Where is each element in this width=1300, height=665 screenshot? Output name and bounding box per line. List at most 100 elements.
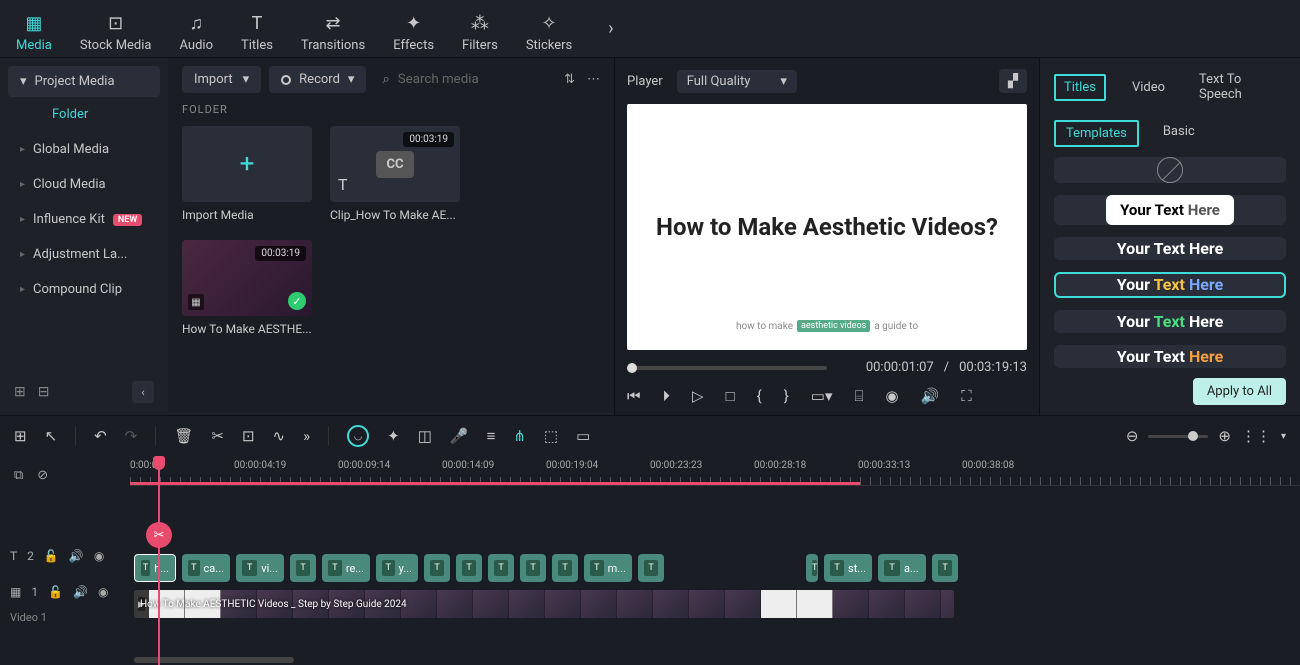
apply-all-button[interactable]: Apply to All xyxy=(1193,378,1286,405)
mic-icon[interactable]: 🎤 xyxy=(450,427,469,445)
zoom-in-icon[interactable]: ⊕ xyxy=(1218,427,1231,445)
playhead[interactable]: ✂ xyxy=(158,456,160,665)
nav-tab-media[interactable]: ▦Media xyxy=(16,4,52,53)
mute-icon[interactable]: 🔊 xyxy=(73,585,88,599)
zoom-slider[interactable] xyxy=(1148,435,1208,438)
video-clip[interactable]: ▸ How To Make AESTHETIC Videos _ Step by… xyxy=(134,590,954,618)
player-progress[interactable] xyxy=(627,366,827,370)
ai-icon[interactable]: ◡ xyxy=(347,425,369,447)
record-button[interactable]: Record▾ xyxy=(269,66,366,93)
title-clip[interactable]: T xyxy=(932,554,958,582)
shield-icon[interactable]: ◫ xyxy=(418,427,432,445)
dropdown-icon[interactable]: ▾ xyxy=(1281,431,1286,442)
title-clip[interactable]: T xyxy=(520,554,546,582)
mute-icon[interactable]: 🔊 xyxy=(69,549,84,563)
nav-tab-transitions[interactable]: ⇄Transitions xyxy=(301,4,365,53)
search-input[interactable] xyxy=(398,72,548,87)
snapshot-icon[interactable]: ▞ xyxy=(999,69,1027,93)
title-template[interactable] xyxy=(1054,157,1286,183)
title-template[interactable]: Your Text Here xyxy=(1054,272,1286,298)
right-tab-titles[interactable]: Titles xyxy=(1054,74,1106,101)
sidebar-compound-clip[interactable]: ▸Compound Clip xyxy=(8,272,160,307)
sidebar-global-media[interactable]: ▸Global Media xyxy=(8,132,160,167)
camera-icon[interactable]: ◉ xyxy=(886,387,899,405)
title-clip[interactable]: Ta... xyxy=(878,554,926,582)
step-back-icon[interactable]: ⏵ xyxy=(663,387,671,405)
nav-tab-titles[interactable]: TTitles xyxy=(241,4,273,53)
visibility-icon[interactable]: ◉ xyxy=(94,549,104,563)
prev-frame-icon[interactable]: ⏮ xyxy=(627,387,641,405)
delete-icon[interactable]: 🗑 xyxy=(174,427,193,445)
split-handle-icon[interactable]: ✂ xyxy=(146,522,172,548)
magnet-icon[interactable]: ⋔ xyxy=(513,427,526,445)
track-header-2[interactable]: ▦1 🔓 🔊 ◉ xyxy=(10,577,120,607)
mark-in-icon[interactable]: { xyxy=(757,387,762,405)
title-clip[interactable]: T xyxy=(456,554,482,582)
new-folder-icon[interactable]: ⊞ xyxy=(14,384,26,400)
title-template[interactable]: Your Text Here xyxy=(1054,310,1286,333)
volume-icon[interactable]: 🔊 xyxy=(921,387,940,405)
collapse-sidebar-icon[interactable]: ‹ xyxy=(132,381,154,403)
title-template[interactable]: Your Text Here xyxy=(1054,345,1286,368)
marker-icon[interactable]: ▭▾ xyxy=(811,387,833,405)
undo-icon[interactable]: ↶ xyxy=(94,427,107,445)
sidebar-adjustment-layer[interactable]: ▸Adjustment La... xyxy=(8,237,160,272)
layout-icon[interactable]: ⊞ xyxy=(14,427,27,445)
right-tab-video[interactable]: Video xyxy=(1124,76,1173,99)
nav-tab-audio[interactable]: ♫Audio xyxy=(180,4,213,53)
subtab-templates[interactable]: Templates xyxy=(1054,120,1139,147)
title-clip[interactable]: T xyxy=(638,554,664,582)
media-import-tile[interactable]: + Import Media xyxy=(182,126,312,222)
sidebar-folder[interactable]: Folder xyxy=(8,97,160,132)
lock-icon[interactable]: 🔓 xyxy=(44,549,59,563)
ratio-icon[interactable]: ⬚ xyxy=(544,427,558,445)
list-icon[interactable]: ≡ xyxy=(487,427,496,445)
link-folder-icon[interactable]: ⊟ xyxy=(38,384,50,400)
sidebar-cloud-media[interactable]: ▸Cloud Media xyxy=(8,167,160,202)
timeline-ruler[interactable]: 0:00:0000:00:04:1900:00:09:1400:00:14:09… xyxy=(130,456,1300,486)
duplicate-icon[interactable]: ⧉ xyxy=(14,468,23,483)
title-clip[interactable]: Tst... xyxy=(824,554,872,582)
filter-icon[interactable]: ⇅ xyxy=(564,72,575,87)
track-header-1[interactable]: T2 🔓 🔊 ◉ xyxy=(10,541,120,571)
media-item-cc[interactable]: 00:03:19CCT Clip_How To Make AE... xyxy=(330,126,460,222)
title-template[interactable]: Your Text Here xyxy=(1054,195,1286,225)
nav-tab-stickers[interactable]: ✧Stickers xyxy=(526,4,572,53)
nav-tab-effects[interactable]: ✦Effects xyxy=(393,4,434,53)
screen-icon[interactable]: ⌸ xyxy=(855,387,864,405)
title-clip[interactable]: T xyxy=(290,554,316,582)
nav-more-icon[interactable]: › xyxy=(608,18,613,39)
title-clip[interactable]: Tvi... xyxy=(236,554,284,582)
title-clip[interactable]: T xyxy=(806,554,818,582)
cursor-icon[interactable]: ↖ xyxy=(45,427,58,445)
title-clip[interactable]: Tca... xyxy=(182,554,230,582)
title-template[interactable]: Your Text Here xyxy=(1054,237,1286,260)
nav-tab-stock-media[interactable]: ⊡Stock Media xyxy=(80,4,152,53)
title-clip[interactable]: Tm... xyxy=(584,554,632,582)
title-clip[interactable]: T xyxy=(552,554,578,582)
player-viewport[interactable]: How to Make Aesthetic Videos? how to mak… xyxy=(627,104,1027,350)
play-icon[interactable]: ▷ xyxy=(692,387,704,405)
title-clip[interactable]: Th... xyxy=(134,554,176,582)
title-clip[interactable]: Tre... xyxy=(322,554,370,582)
sparkle-icon[interactable]: ✦ xyxy=(387,427,400,445)
zoom-out-icon[interactable]: ⊖ xyxy=(1126,427,1139,445)
title-clip[interactable]: T xyxy=(488,554,514,582)
visibility-icon[interactable]: ◉ xyxy=(98,585,108,599)
sidebar-influence-kit[interactable]: ▸Influence KitNEW xyxy=(8,202,160,237)
right-tab-tts[interactable]: Text To Speech xyxy=(1191,68,1286,106)
more-tools-icon[interactable]: » xyxy=(303,427,310,445)
subtab-basic[interactable]: Basic xyxy=(1153,120,1205,147)
grid-icon[interactable]: ⋮⋮ xyxy=(1241,427,1271,445)
quality-select[interactable]: Full Quality▾ xyxy=(677,70,797,93)
import-button[interactable]: Import▾ xyxy=(182,66,261,93)
crop-icon[interactable]: ⊡ xyxy=(242,427,255,445)
sidebar-project-media[interactable]: ▾Project Media xyxy=(8,66,160,97)
more-icon[interactable]: ⋯ xyxy=(587,72,600,87)
aspect-icon[interactable]: ▭ xyxy=(576,427,590,445)
split-icon[interactable]: ✂ xyxy=(211,427,224,445)
unlink-icon[interactable]: ⊘ xyxy=(37,468,48,483)
fullscreen-icon[interactable]: ⛶ xyxy=(961,387,972,405)
mark-out-icon[interactable]: } xyxy=(784,387,789,405)
title-clip[interactable]: T xyxy=(424,554,450,582)
